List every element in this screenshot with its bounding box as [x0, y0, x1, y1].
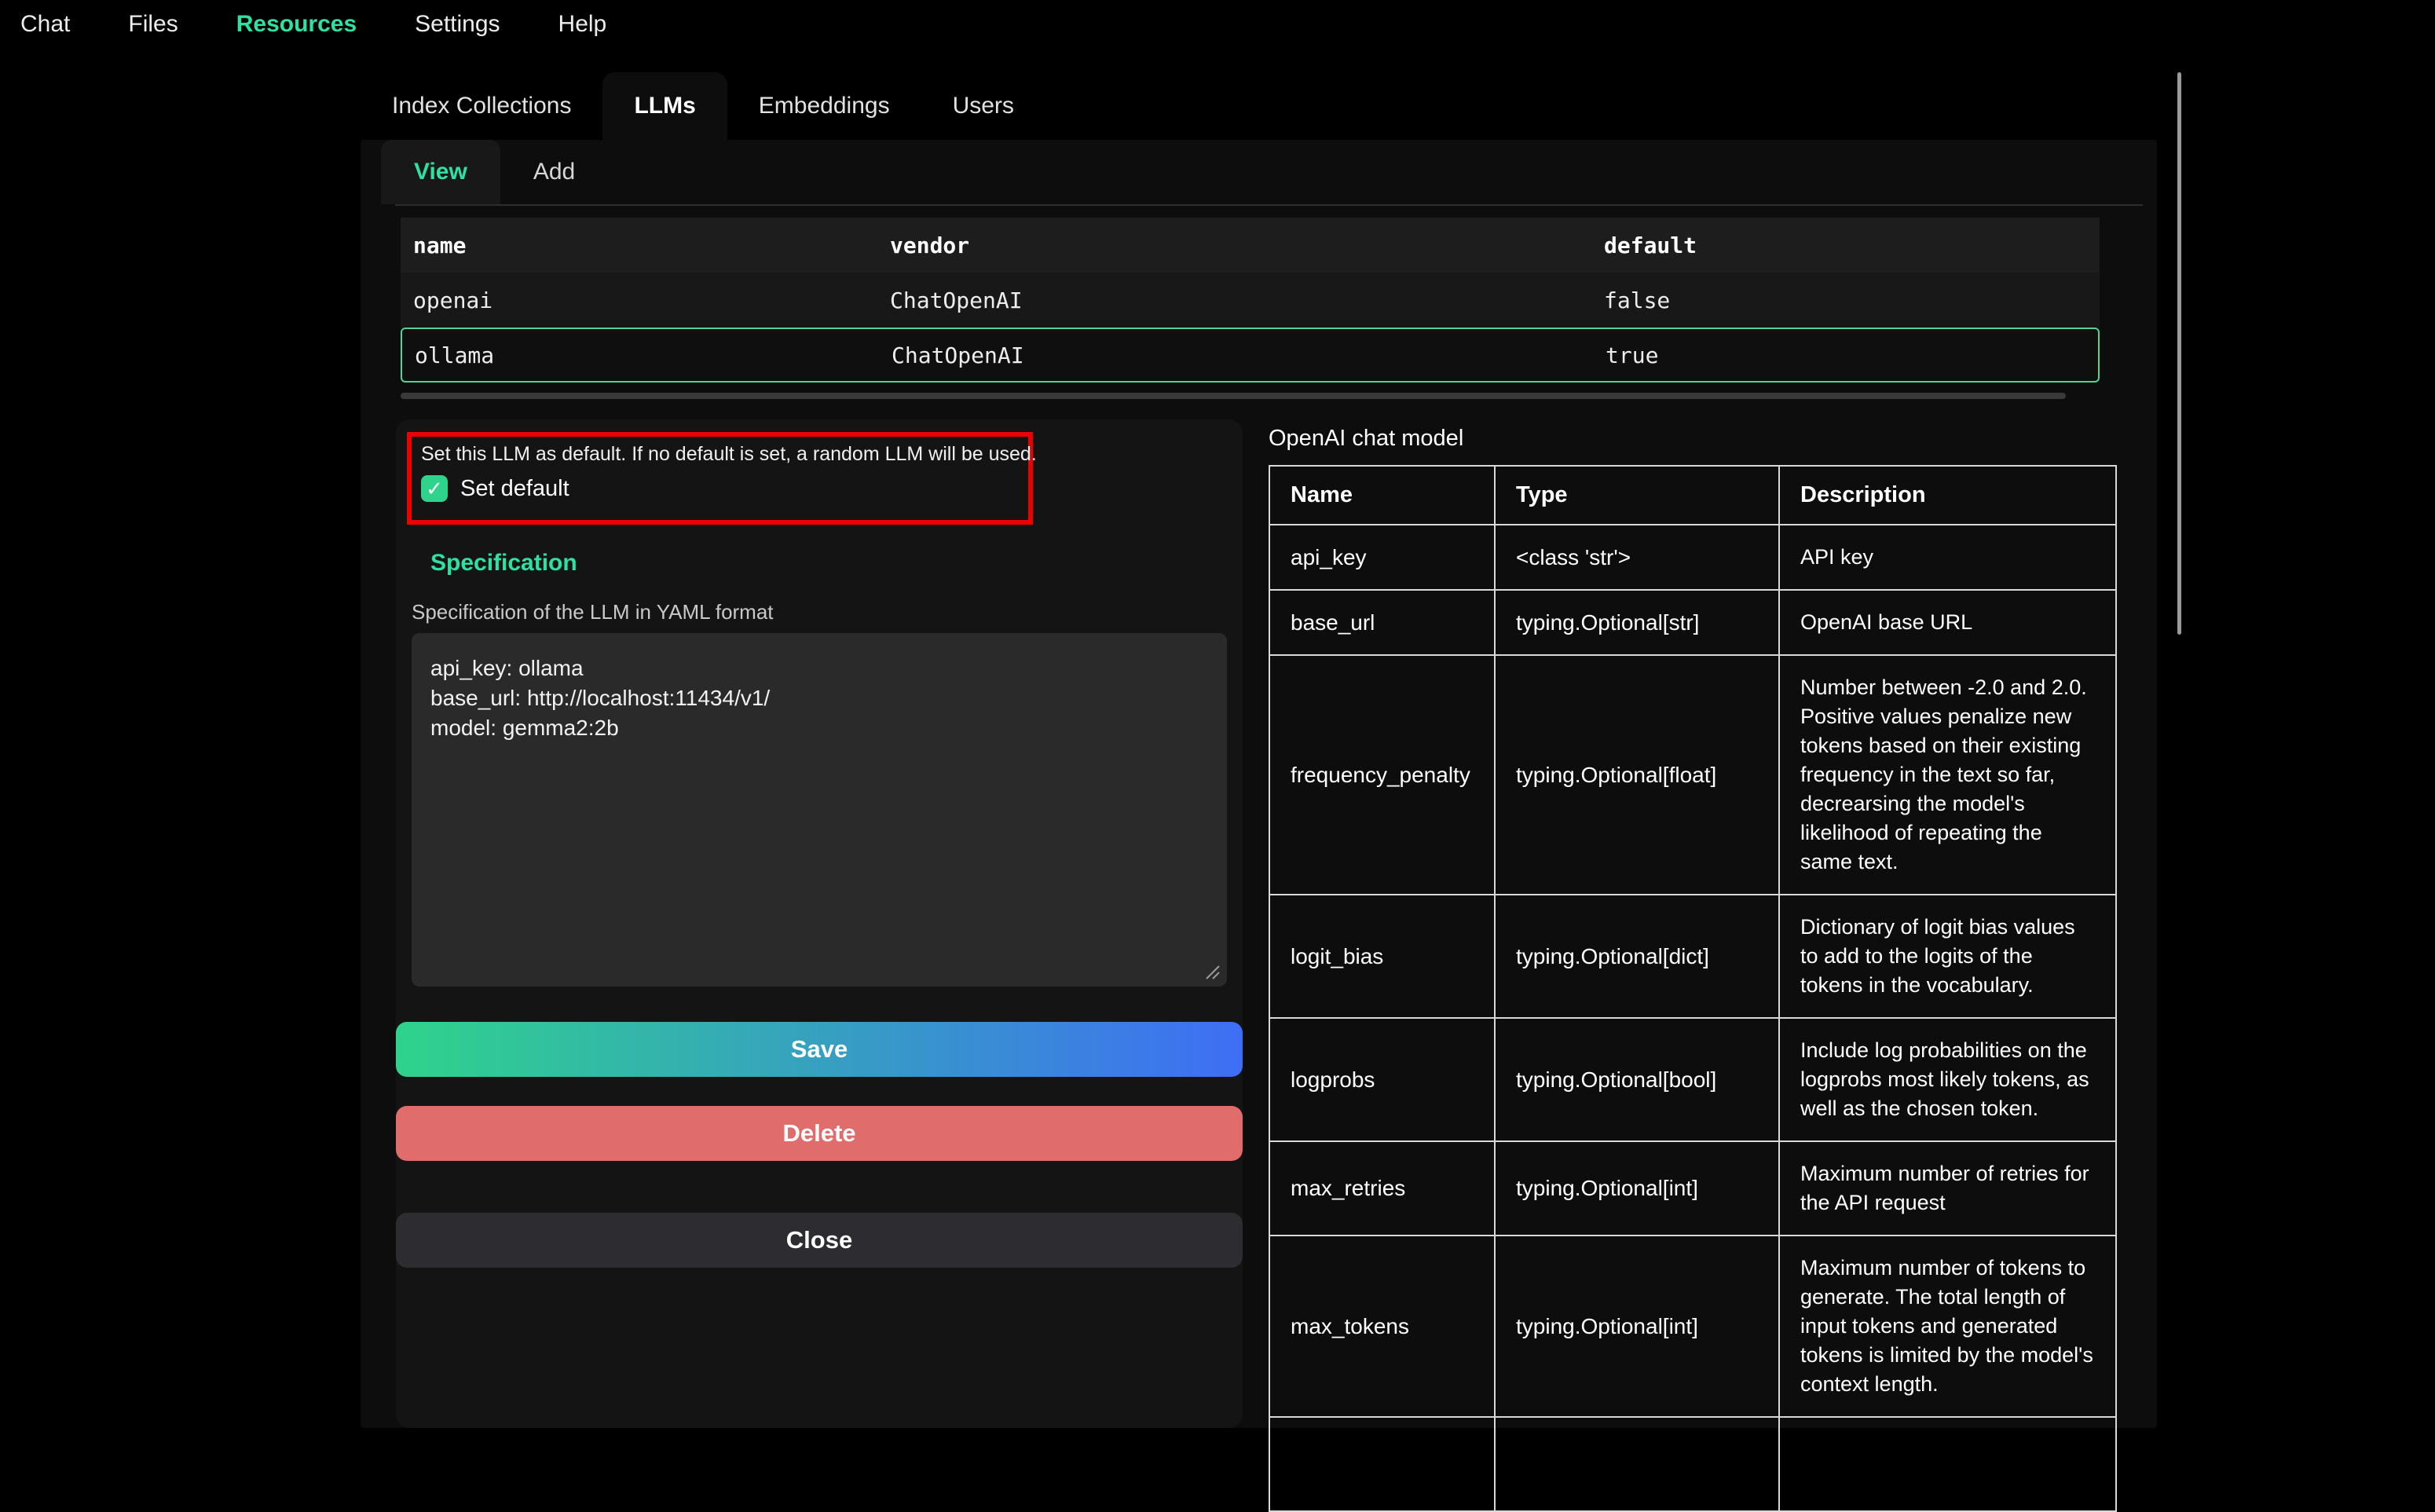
llm-table-header: name vendor default [401, 218, 2100, 273]
subtab-add[interactable]: Add [500, 140, 608, 204]
nav-item-settings[interactable]: Settings [415, 11, 500, 38]
set-default-label: Set default [460, 476, 569, 502]
schema-type: typing.Optional[bool] [1495, 1018, 1779, 1141]
tab-index-collections[interactable]: Index Collections [361, 72, 602, 140]
schema-row-base-url: base_url typing.Optional[str] OpenAI bas… [1269, 590, 2116, 655]
schema-type [1495, 1417, 1779, 1511]
schema-row-logprobs: logprobs typing.Optional[bool] Include l… [1269, 1018, 2116, 1141]
llm-table-horizontal-scrollbar[interactable] [401, 393, 2066, 399]
nav-item-help[interactable]: Help [558, 11, 607, 38]
yaml-spec-input[interactable]: api_key: ollama base_url: http://localho… [412, 633, 1227, 987]
schema-row-max-retries: max_retries typing.Optional[int] Maximum… [1269, 1141, 2116, 1236]
schema-col-type: Type [1495, 466, 1779, 525]
cell-name: openai [401, 287, 877, 313]
schema-name: frequency_penalty [1269, 655, 1495, 895]
schema-type: typing.Optional[str] [1495, 590, 1779, 655]
set-default-highlight-box: Set this LLM as default. If no default i… [407, 432, 1033, 525]
schema-name: api_key [1269, 525, 1495, 590]
page-scrollbar[interactable] [2177, 72, 2181, 635]
cell-default: true [1593, 342, 2101, 368]
tab-users[interactable]: Users [921, 72, 1045, 140]
cell-default: false [1591, 287, 2100, 313]
schema-type: typing.Optional[int] [1495, 1236, 1779, 1417]
schema-col-name: Name [1269, 466, 1495, 525]
close-button[interactable]: Close [396, 1213, 1243, 1268]
schema-description [1779, 1417, 2116, 1511]
resource-tabs: Index Collections LLMs Embeddings Users [361, 72, 1045, 140]
top-nav: Chat Files Resources Settings Help [0, 0, 606, 49]
schema-name [1269, 1417, 1495, 1511]
llm-list-table: name vendor default openai ChatOpenAI fa… [401, 218, 2100, 383]
schema-description: Dictionary of logit bias values to add t… [1779, 895, 2116, 1018]
schema-name: logprobs [1269, 1018, 1495, 1141]
schema-description: Maximum number of retries for the API re… [1779, 1141, 2116, 1236]
cell-vendor: ChatOpenAI [879, 342, 1593, 368]
schema-description: Include log probabilities on the logprob… [1779, 1018, 2116, 1141]
schema-type: typing.Optional[float] [1495, 655, 1779, 895]
schema-row-partial [1269, 1417, 2116, 1511]
tab-llms[interactable]: LLMs [602, 72, 727, 140]
cell-name: ollama [402, 342, 879, 368]
subtab-underline [395, 204, 2143, 206]
schema-description: OpenAI base URL [1779, 590, 2116, 655]
save-button[interactable]: Save [396, 1022, 1243, 1077]
schema-description: Maximum number of tokens to generate. Th… [1779, 1236, 2116, 1417]
delete-button[interactable]: Delete [396, 1106, 1243, 1161]
subtab-view[interactable]: View [381, 140, 500, 204]
cell-vendor: ChatOpenAI [877, 287, 1591, 313]
schema-row-api-key: api_key <class 'str'> API key [1269, 525, 2116, 590]
nav-item-resources[interactable]: Resources [236, 11, 357, 38]
schema-name: logit_bias [1269, 895, 1495, 1018]
schema-description: Number between -2.0 and 2.0. Positive va… [1779, 655, 2116, 895]
tab-embeddings[interactable]: Embeddings [727, 72, 921, 140]
table-row-openai[interactable]: openai ChatOpenAI false [401, 273, 2100, 328]
llm-col-vendor: vendor [877, 232, 1591, 258]
schema-type: <class 'str'> [1495, 525, 1779, 590]
schema-col-description: Description [1779, 466, 2116, 525]
schema-row-logit-bias: logit_bias typing.Optional[dict] Diction… [1269, 895, 2116, 1018]
nav-item-chat[interactable]: Chat [20, 11, 70, 38]
schema-header-row: Name Type Description [1269, 466, 2116, 525]
llm-col-default: default [1591, 232, 2100, 258]
specification-caption: Specification of the LLM in YAML format [412, 600, 774, 624]
model-schema-title: OpenAI chat model [1269, 426, 1463, 452]
schema-type: typing.Optional[dict] [1495, 895, 1779, 1018]
schema-name: max_tokens [1269, 1236, 1495, 1417]
schema-type: typing.Optional[int] [1495, 1141, 1779, 1236]
yaml-editor-wrap: api_key: ollama base_url: http://localho… [412, 633, 1227, 987]
table-row-ollama-selected[interactable]: ollama ChatOpenAI true [401, 328, 2100, 383]
schema-description: API key [1779, 525, 2116, 590]
set-default-checkbox[interactable]: ✓ [421, 475, 448, 502]
schema-row-max-tokens: max_tokens typing.Optional[int] Maximum … [1269, 1236, 2116, 1417]
view-add-subtabs: View Add [361, 140, 608, 204]
specification-heading: Specification [430, 550, 577, 577]
model-schema-table: Name Type Description api_key <class 'st… [1269, 465, 2117, 1512]
llm-detail-card: Set this LLM as default. If no default i… [396, 419, 1243, 1428]
set-default-checkbox-row[interactable]: ✓ Set default [421, 475, 1019, 502]
schema-name: base_url [1269, 590, 1495, 655]
schema-row-frequency-penalty: frequency_penalty typing.Optional[float]… [1269, 655, 2116, 895]
llm-col-name: name [401, 232, 877, 258]
set-default-hint: Set this LLM as default. If no default i… [421, 443, 1019, 466]
schema-name: max_retries [1269, 1141, 1495, 1236]
nav-item-files[interactable]: Files [128, 11, 178, 38]
